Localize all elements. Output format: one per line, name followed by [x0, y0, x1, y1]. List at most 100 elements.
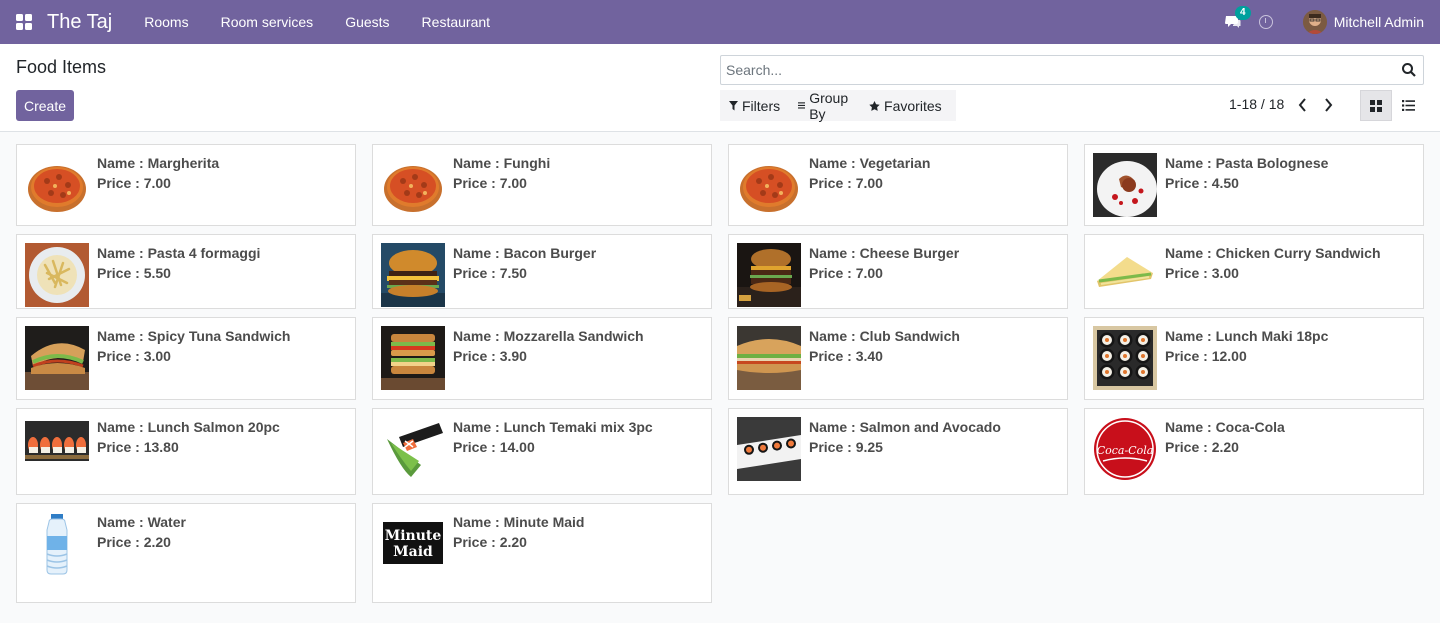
- favorites-button[interactable]: Favorites: [869, 98, 942, 114]
- filters-button[interactable]: Filters: [729, 98, 780, 114]
- app-brand[interactable]: The Taj: [47, 11, 112, 34]
- item-name: Name : Pasta 4 formaggi: [97, 245, 261, 261]
- item-price: Price : 7.00: [809, 175, 883, 191]
- kanban-card[interactable]: Name : Pasta 4 formaggi Price : 5.50: [16, 234, 356, 309]
- sandwich-triangle-icon: [1093, 243, 1157, 307]
- card-details: Name : Pasta Bolognese Price : 4.50: [1165, 153, 1328, 193]
- activity-clock-icon[interactable]: [1258, 15, 1273, 29]
- item-name: Name : Lunch Temaki mix 3pc: [453, 419, 653, 435]
- apps-menu-icon[interactable]: [16, 14, 32, 30]
- kanban-card[interactable]: Name : Margherita Price : 7.00: [16, 144, 356, 226]
- item-name: Name : Vegetarian: [809, 155, 931, 171]
- kanban-card[interactable]: Name : Lunch Maki 18pc Price : 12.00: [1084, 317, 1424, 400]
- pasta-plate-icon: [1093, 153, 1157, 217]
- kanban-card[interactable]: Name : Pasta Bolognese Price : 4.50: [1084, 144, 1424, 226]
- item-price: Price : 7.00: [809, 265, 883, 281]
- main-menu: Rooms Room services Guests Restaurant: [128, 14, 506, 30]
- menu-item-restaurant[interactable]: Restaurant: [406, 14, 506, 30]
- item-name: Name : Chicken Curry Sandwich: [1165, 245, 1381, 261]
- kanban-card[interactable]: Name : Spicy Tuna Sandwich Price : 3.00: [16, 317, 356, 400]
- item-price: Price : 7.50: [453, 265, 527, 281]
- item-name: Name : Lunch Maki 18pc: [1165, 328, 1329, 344]
- sandwich-icon: [25, 326, 89, 390]
- card-details: Name : Chicken Curry Sandwich Price : 3.0…: [1165, 243, 1381, 283]
- card-details: Name : Minute Maid Price : 2.20: [453, 512, 584, 552]
- group-by-button[interactable]: Group By: [798, 90, 851, 122]
- item-name: Name : Funghi: [453, 155, 551, 171]
- kanban-card[interactable]: Name : Lunch Temaki mix 3pc Price : 14.00: [372, 408, 712, 495]
- item-name: Name : Club Sandwich: [809, 328, 960, 344]
- kanban-card[interactable]: Name : Bacon Burger Price : 7.50: [372, 234, 712, 309]
- minute-maid-icon: Minute Maid: [381, 512, 445, 576]
- card-details: Name : Lunch Temaki mix 3pc Price : 14.00: [453, 417, 653, 457]
- search-icon[interactable]: [1400, 61, 1418, 79]
- kanban-card[interactable]: Coca-Cola Name : Coca-Cola Price : 2.20: [1084, 408, 1424, 495]
- card-details: Name : Funghi Price : 7.00: [453, 153, 550, 193]
- list-view-button[interactable]: [1392, 90, 1424, 121]
- avatar[interactable]: [1302, 10, 1327, 34]
- chevron-right-icon[interactable]: [1322, 96, 1336, 114]
- search-input[interactable]: [721, 62, 1400, 78]
- card-details: Name : Salmon and Avocado Price : 9.25: [809, 417, 1001, 457]
- search-options: Filters Group By Favorites: [720, 90, 956, 122]
- kanban-card[interactable]: Name : Chicken Curry Sandwich Price : 3.0…: [1084, 234, 1424, 309]
- kanban-card[interactable]: Name : Funghi Price : 7.00: [372, 144, 712, 226]
- temaki-icon: [381, 417, 445, 481]
- item-price: Price : 3.00: [97, 348, 171, 364]
- item-price: Price : 7.00: [97, 175, 171, 191]
- menu-item-guests[interactable]: Guests: [329, 14, 405, 30]
- item-price: Price : 2.20: [97, 534, 171, 550]
- water-bottle-icon: [25, 512, 89, 576]
- kanban-card[interactable]: Minute Maid Name : Minute Maid Price : 2.20: [372, 503, 712, 603]
- pizza-icon: [381, 153, 445, 217]
- item-name: Name : Mozzarella Sandwich: [453, 328, 644, 344]
- menu-item-room-services[interactable]: Room services: [205, 14, 330, 30]
- bars-icon: [798, 102, 806, 109]
- kanban-card[interactable]: Name : Vegetarian Price : 7.00: [728, 144, 1068, 226]
- card-details: Name : Mozzarella Sandwich Price : 3.90: [453, 326, 644, 366]
- svg-text:Minute: Minute: [385, 528, 442, 544]
- kanban-card[interactable]: Name : Water Price : 2.20: [16, 503, 356, 603]
- card-details: Name : Coca-Cola Price : 2.20: [1165, 417, 1285, 457]
- item-price: Price : 9.25: [809, 439, 883, 455]
- filter-icon: [729, 100, 738, 110]
- item-price: Price : 3.90: [453, 348, 527, 364]
- card-details: Name : Club Sandwich Price : 3.40: [809, 326, 960, 366]
- pizza-icon: [25, 153, 89, 217]
- burger-dark-icon: [737, 243, 801, 307]
- item-price: Price : 13.80: [97, 439, 179, 455]
- navbar-systray: 4 Mitchell Admin: [1224, 0, 1424, 44]
- card-details: Name : Lunch Salmon 20pc Price : 13.80: [97, 417, 280, 457]
- sandwich-stack-icon: [381, 326, 445, 390]
- item-price: Price : 3.00: [1165, 265, 1239, 281]
- star-icon: [869, 100, 880, 111]
- chevron-left-icon[interactable]: [1295, 96, 1309, 114]
- search-bar: [720, 55, 1424, 85]
- item-name: Name : Water: [97, 514, 186, 530]
- card-details: Name : Margherita Price : 7.00: [97, 153, 219, 193]
- item-name: Name : Cheese Burger: [809, 245, 960, 261]
- list-icon: [1401, 100, 1415, 111]
- create-button[interactable]: Create: [16, 90, 74, 121]
- card-details: Name : Cheese Burger Price : 7.00: [809, 243, 959, 283]
- card-details: Name : Vegetarian Price : 7.00: [809, 153, 930, 193]
- kanban-card[interactable]: Name : Club Sandwich Price : 3.40: [728, 317, 1068, 400]
- pager-value[interactable]: 1-18 / 18: [1229, 96, 1284, 112]
- svg-text:Maid: Maid: [393, 544, 433, 560]
- item-name: Name : Coca-Cola: [1165, 419, 1285, 435]
- top-navbar: The Taj Rooms Room services Guests Resta…: [0, 0, 1440, 44]
- user-menu[interactable]: Mitchell Admin: [1334, 14, 1424, 30]
- kanban-view-button[interactable]: [1360, 90, 1392, 121]
- menu-item-rooms[interactable]: Rooms: [128, 14, 204, 30]
- card-details: Name : Lunch Maki 18pc Price : 12.00: [1165, 326, 1328, 366]
- messaging-icon[interactable]: 4: [1224, 6, 1251, 29]
- favorites-label: Favorites: [884, 97, 942, 114]
- kanban-card[interactable]: Name : Mozzarella Sandwich Price : 3.90: [372, 317, 712, 400]
- burger-icon: [381, 243, 445, 307]
- kanban-card[interactable]: Name : Lunch Salmon 20pc Price : 13.80: [16, 408, 356, 495]
- kanban-card[interactable]: Name : Cheese Burger Price : 7.00: [728, 234, 1068, 309]
- item-name: Name : Salmon and Avocado: [809, 419, 1001, 435]
- sandwich-baguette-icon: [737, 326, 801, 390]
- kanban-card[interactable]: Name : Salmon and Avocado Price : 9.25: [728, 408, 1068, 495]
- card-details: Name : Pasta 4 formaggi Price : 5.50: [97, 243, 260, 283]
